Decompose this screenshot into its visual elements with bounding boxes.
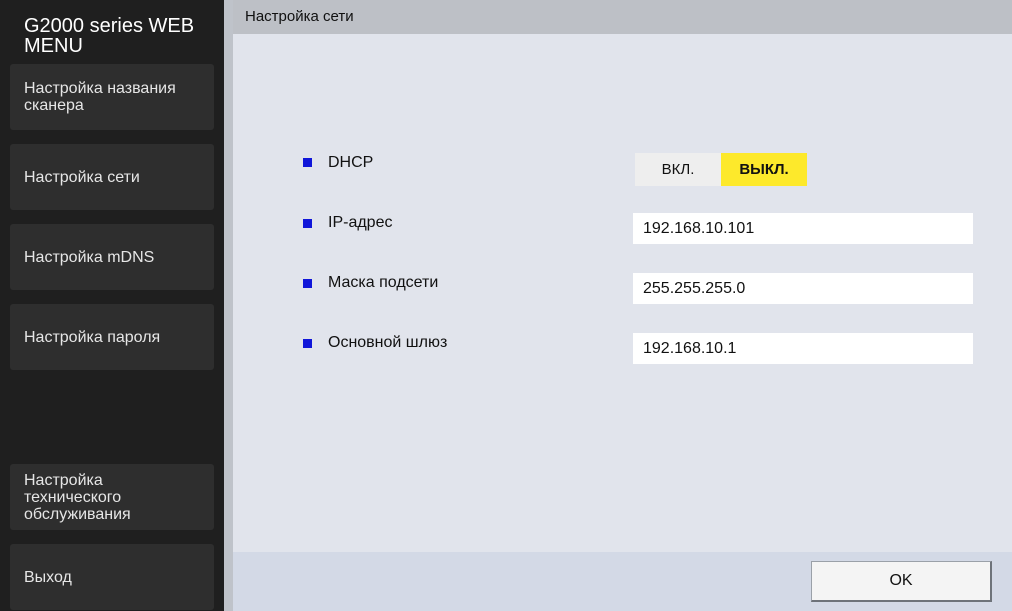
sidebar-item-label: Настройка пароля [24,328,161,346]
sidebar-item-network[interactable]: Настройка сети [10,144,214,210]
page-header: Настройка сети [233,0,1012,34]
network-settings-panel: DHCP ВКЛ. ВЫКЛ. IP-адрес Маска подсети О… [233,34,1012,552]
gateway-label: Основной шлюз [328,334,448,351]
bullet-icon [303,279,312,288]
sidebar-item-label: Настройка названия сканера [24,80,176,114]
sidebar-item-logout[interactable]: Выход [10,544,214,610]
dhcp-label: DHCP [328,154,374,171]
bullet-icon [303,219,312,228]
sidebar-item-label: Настройка технического обслуживания [24,471,131,523]
sidebar-item-label: Настройка mDNS [24,248,155,266]
sidebar-item-mdns[interactable]: Настройка mDNS [10,224,214,290]
dhcp-off-option[interactable]: ВЫКЛ. [721,153,807,186]
sidebar-item-scanner-name[interactable]: Настройка названия сканера [10,64,214,130]
sidebar-item-maintenance[interactable]: Настройка технического обслуживания [10,464,214,530]
sidebar-item-label: Выход [24,568,72,586]
subnet-mask-input[interactable] [633,273,973,304]
ip-address-input[interactable] [633,213,973,244]
ip-address-label: IP-адрес [328,214,393,231]
page-footer: OK [233,552,1012,611]
dhcp-toggle: ВКЛ. ВЫКЛ. [635,153,807,186]
dhcp-on-option[interactable]: ВКЛ. [635,153,721,186]
bullet-icon [303,158,312,167]
subnet-mask-label: Маска подсети [328,274,439,291]
sidebar-item-password[interactable]: Настройка пароля [10,304,214,370]
sidebar-item-label: Настройка сети [24,168,140,186]
gateway-input[interactable] [633,333,973,364]
sidebar-divider [224,0,233,611]
page-title: Настройка сети [245,8,354,25]
sidebar: G2000 series WEB MENU Настройка названия… [0,0,224,611]
bullet-icon [303,339,312,348]
app-title: G2000 series WEB MENU [24,15,195,57]
ok-button[interactable]: OK [811,561,992,602]
